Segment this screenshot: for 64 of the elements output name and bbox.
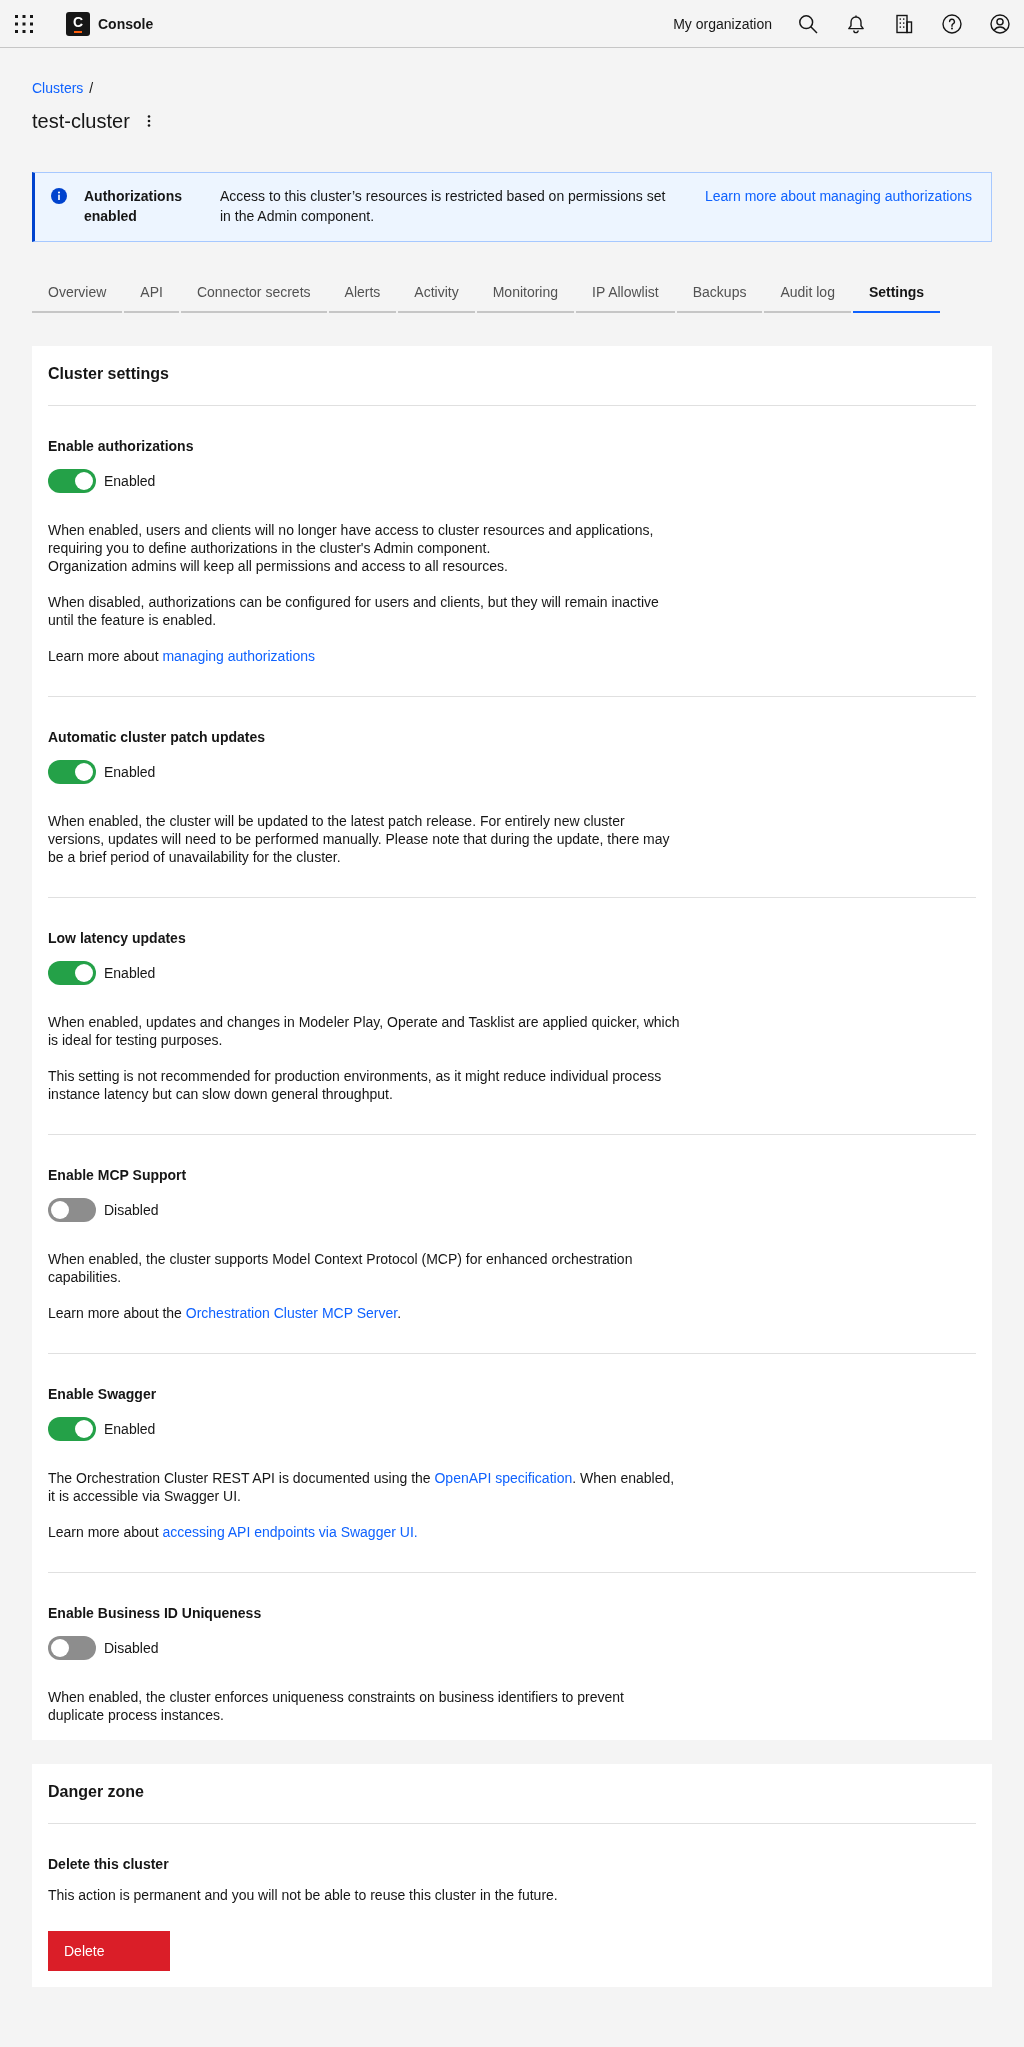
setting-title: Delete this cluster — [48, 1855, 170, 1873]
setting-title: Enable Business ID Uniqueness — [48, 1604, 263, 1622]
toggle-switch[interactable] — [48, 1198, 96, 1222]
tab[interactable]: Connector secrets — [180, 271, 327, 313]
tab[interactable]: API — [124, 271, 179, 313]
setting-title: Automatic cluster patch updates — [48, 728, 267, 746]
app-switcher-icon[interactable] — [14, 13, 34, 34]
bell-icon[interactable] — [846, 13, 866, 34]
toggle-status: Disabled — [104, 1201, 159, 1220]
setting-description: When enabled, the cluster enforces uniqueness constraints on business identifiers to prevent duplicate process instances. — [48, 1688, 625, 1724]
banner-message: Access to this cluster’s resources is restricted based on permissions set in the Admin component. — [220, 187, 667, 226]
setting-title: Low latency updates — [48, 929, 187, 947]
tab[interactable]: Monitoring — [476, 271, 575, 313]
tab[interactable]: Settings — [852, 271, 941, 313]
banner-title: Authorizations enabled — [84, 187, 183, 226]
toggle-switch[interactable] — [48, 760, 96, 784]
building-icon[interactable] — [894, 13, 914, 34]
card-title: Cluster settings — [48, 364, 170, 384]
setting-description: Learn more about managing authorizations — [48, 647, 316, 665]
setting-description: Learn more about accessing API endpoints via Swagger UI. — [48, 1523, 419, 1541]
tab[interactable]: Backups — [676, 271, 763, 313]
organization-switcher[interactable]: My organization — [673, 13, 772, 34]
setting-description: When enabled, the cluster supports Model Context Protocol (MCP) for enhanced orchestration capabilities. — [48, 1250, 634, 1286]
toggle-status: Enabled — [104, 763, 156, 782]
toggle-switch[interactable] — [48, 961, 96, 985]
setting-description: When enabled, updates and changes in Modeler Play, Operate and Tasklist are applied quicker, which is ideal for testing purposes. — [48, 1013, 681, 1049]
setting-title: Enable Swagger — [48, 1385, 158, 1403]
info-icon — [51, 188, 67, 204]
overflow-menu-icon[interactable] — [146, 115, 151, 127]
tab[interactable]: Alerts — [328, 271, 397, 313]
tab[interactable]: IP Allowlist — [576, 271, 675, 313]
setting-title: Enable MCP Support — [48, 1166, 188, 1184]
setting-title: Enable authorizations — [48, 437, 195, 455]
setting-description: This setting is not recommended for production environments, as it might reduce individual process instance latency but can slow down general throughput. — [48, 1067, 663, 1103]
search-icon[interactable] — [798, 13, 818, 34]
toggle-switch[interactable] — [48, 1417, 96, 1441]
product-logo[interactable]: C — [66, 11, 90, 36]
breadcrumb-link[interactable]: Clusters — [32, 78, 84, 98]
toggle-switch[interactable] — [48, 1636, 96, 1660]
page-title: test-cluster — [32, 109, 130, 134]
setting-description: When enabled, the cluster will be updated to the latest patch release. For entirely new cluster versions, updates will need to be performed manually. Please note that during the update, there may be a brief period of unavailability for the cluster. — [48, 812, 671, 866]
banner-link[interactable]: Learn more about managing authorizations — [705, 186, 972, 206]
setting-description: When enabled, users and clients will no longer have access to cluster resources and applications, requiring you to define authorizations in the cluster's Admin component. Organization admins will keep all permissions and access to all resources. — [48, 521, 655, 575]
user-icon[interactable] — [990, 13, 1010, 34]
card-title: Danger zone — [48, 1782, 145, 1802]
toggle-status: Enabled — [104, 472, 156, 491]
product-name: Console — [98, 14, 154, 34]
setting-description: When disabled, authorizations can be configured for users and clients, but they will remain inactive until the feature is enabled. — [48, 593, 660, 629]
toggle-status: Enabled — [104, 1420, 156, 1439]
toggle-status: Enabled — [104, 964, 156, 983]
breadcrumb-separator: / — [89, 79, 94, 98]
setting-description: The Orchestration Cluster REST API is documented using the OpenAPI specification. When enabled, it is accessible via Swagger UI. — [48, 1469, 676, 1505]
tab[interactable]: Audit log — [764, 271, 851, 313]
inline-link[interactable]: managing authorizations — [162, 648, 315, 664]
delete-button[interactable]: Delete — [48, 1931, 170, 1971]
help-icon[interactable] — [942, 13, 962, 34]
setting-description: Learn more about the Orchestration Cluster MCP Server. — [48, 1304, 403, 1322]
tab[interactable]: Overview — [32, 271, 123, 313]
inline-link[interactable]: accessing API endpoints via Swagger UI. — [162, 1524, 418, 1540]
inline-link[interactable]: Orchestration Cluster MCP Server — [185, 1305, 398, 1321]
toggle-switch[interactable] — [48, 469, 96, 493]
setting-description: This action is permanent and you will not be able to reuse this cluster in the future. — [48, 1886, 559, 1904]
toggle-status: Disabled — [104, 1639, 159, 1658]
tab[interactable]: Activity — [398, 271, 475, 313]
